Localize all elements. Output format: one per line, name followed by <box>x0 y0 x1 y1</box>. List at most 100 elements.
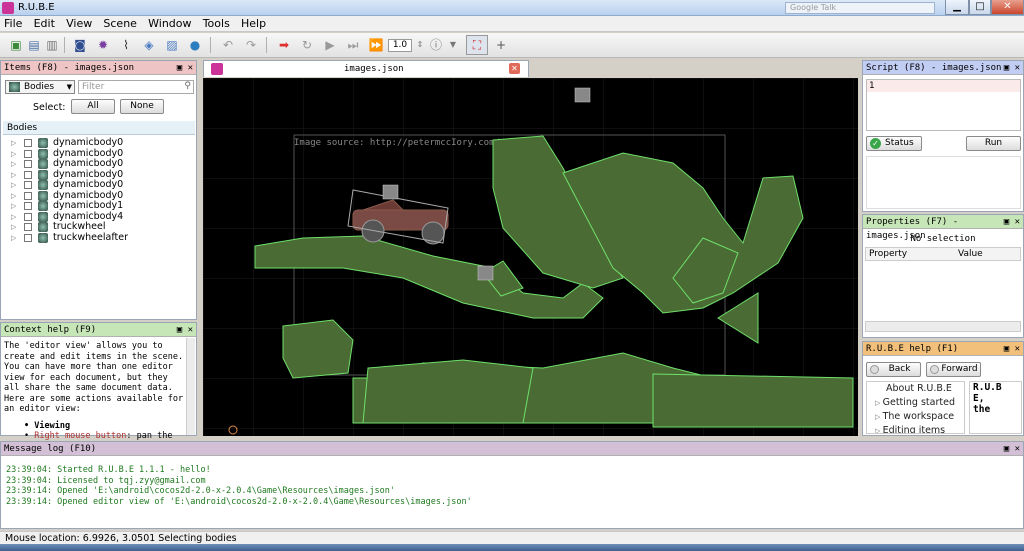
tab-images-json[interactable]: images.json ✕ <box>203 60 529 77</box>
scene-view[interactable]: Image source: http://petermccIory.com/ <box>203 78 858 436</box>
expand-icon[interactable]: ▷ <box>11 170 16 180</box>
step-value-field[interactable]: 1.0 <box>388 39 412 52</box>
toolbar-separator <box>210 37 211 53</box>
item-type-select[interactable]: Bodies ▼ <box>5 80 75 94</box>
dock-controls-icon[interactable]: ▣ ✕ <box>177 61 193 75</box>
help-topic-item[interactable]: About R.U.B.E <box>867 382 964 396</box>
expand-icon[interactable]: ▷ <box>11 191 16 201</box>
help-topic-item[interactable]: ▷ Editing items <box>867 424 964 433</box>
body-icon <box>38 222 48 232</box>
help-topic-item[interactable]: ▷ Getting started <box>867 396 964 410</box>
close-tab-icon[interactable]: ✕ <box>509 63 520 74</box>
step-spinner-icon[interactable]: ⇕ <box>412 37 428 53</box>
body-icon <box>38 190 48 201</box>
visibility-checkbox[interactable] <box>24 191 32 200</box>
add-fixture-icon[interactable]: ✹ <box>95 37 111 53</box>
expand-icon[interactable]: ▷ <box>11 212 16 222</box>
script-editor[interactable]: 1 <box>866 79 1021 131</box>
items-panel-title: Items (F8) - images.json ▣ ✕ <box>1 61 196 75</box>
expand-icon[interactable]: ▷ <box>11 222 16 232</box>
add-image-icon[interactable]: ◈ <box>141 37 157 53</box>
select-mode-icon[interactable]: ⛶ <box>466 35 488 55</box>
menu-window[interactable]: Window <box>144 16 195 31</box>
expand-icon[interactable]: ▷ <box>11 201 16 211</box>
open-file-icon[interactable]: ▤ <box>26 37 42 53</box>
menu-file[interactable]: File <box>0 16 26 31</box>
visibility-checkbox[interactable] <box>24 160 32 168</box>
menu-help[interactable]: Help <box>237 16 270 31</box>
dock-controls-icon[interactable]: ▣ ✕ <box>1004 442 1020 456</box>
expand-icon[interactable]: ▷ <box>11 138 16 148</box>
visibility-checkbox[interactable] <box>24 202 32 210</box>
expand-icon[interactable]: ▷ <box>11 159 16 169</box>
scrollbar[interactable] <box>186 338 195 435</box>
dock-controls-icon[interactable]: ▣ ✕ <box>177 323 193 337</box>
menu-scene[interactable]: Scene <box>99 16 141 31</box>
add-body-icon[interactable]: ◙ <box>72 37 88 53</box>
chevron-down-icon: ▼ <box>66 83 72 91</box>
log-line: 23:39:14: Opened 'E:\android\cocos2d-2.0… <box>6 486 395 496</box>
fast-forward-icon[interactable]: ⏩ <box>368 37 384 53</box>
info-icon[interactable]: ⓘ <box>428 37 444 53</box>
dock-controls-icon[interactable]: ▣ ✕ <box>1004 342 1020 356</box>
visibility-checkbox[interactable] <box>24 212 32 221</box>
list-item-label: dynamicbody0 <box>53 189 124 201</box>
expand-icon[interactable]: ▷ <box>11 233 16 243</box>
list-item-label: truckwheel <box>53 221 106 232</box>
back-button[interactable]: Back <box>866 362 921 377</box>
forward-button[interactable]: Forward <box>926 362 981 377</box>
expand-icon[interactable]: ▷ <box>11 149 16 159</box>
help-topic-item[interactable]: ▷ The workspace <box>867 410 964 424</box>
chevron-down-icon[interactable]: ▼ <box>445 37 461 53</box>
run-button[interactable]: Run <box>966 136 1021 151</box>
maximize-button[interactable]: □ <box>969 0 991 15</box>
visibility-checkbox[interactable] <box>24 149 32 158</box>
dock-controls-icon[interactable]: ▣ ✕ <box>1004 61 1020 75</box>
list-item[interactable]: ▷ truckwheelafter <box>3 232 195 244</box>
visibility-checkbox[interactable] <box>24 181 32 189</box>
minimize-button[interactable]: ▁ <box>945 0 969 15</box>
menu-edit[interactable]: Edit <box>30 16 59 31</box>
add-joint-icon[interactable]: ⌇ <box>118 37 134 53</box>
body-icon <box>38 148 48 159</box>
script-panel-title: Script (F8) - images.json ▣ ✕ <box>863 61 1023 75</box>
step-icon[interactable]: ⏭ <box>345 37 361 53</box>
new-file-icon[interactable]: ▣ <box>8 37 24 53</box>
run-simulation-icon[interactable]: ➡ <box>276 37 292 53</box>
visibility-checkbox[interactable] <box>24 223 32 231</box>
list-header: Bodies <box>3 121 195 135</box>
select-all-button[interactable]: All <box>71 99 115 114</box>
expand-icon[interactable]: ▷ <box>875 427 883 433</box>
menu-tools[interactable]: Tools <box>199 16 234 31</box>
select-none-button[interactable]: None <box>120 99 164 114</box>
taskbar-search[interactable]: Google Talk <box>785 2 935 14</box>
visibility-checkbox[interactable] <box>24 233 32 242</box>
filter-input[interactable]: Filter ⚲ <box>78 80 194 94</box>
list-item-label: dynamicbody0 <box>53 158 124 169</box>
close-button[interactable]: ✕ <box>991 0 1024 15</box>
redo-icon[interactable]: ↷ <box>243 37 259 53</box>
play-icon[interactable]: ▶ <box>322 37 338 53</box>
properties-panel-title: Properties (F7) - images.json ▣ ✕ <box>863 215 1023 241</box>
editor-canvas[interactable]: Image source: http://petermccIory.com/ <box>203 78 858 436</box>
items-panel: Items (F8) - images.json ▣ ✕ Bodies ▼ Fil… <box>0 60 197 320</box>
reset-icon[interactable]: ↻ <box>299 37 315 53</box>
status-button[interactable]: ✓ Status <box>866 136 922 151</box>
expand-icon[interactable]: ▷ <box>11 180 16 190</box>
menu-view[interactable]: View <box>62 16 96 31</box>
expand-icon[interactable]: ▷ <box>875 413 883 421</box>
list-item-label: dynamicbody0 <box>53 137 124 148</box>
forward-arrow-icon <box>930 365 939 374</box>
visibility-checkbox[interactable] <box>24 139 32 147</box>
world-icon[interactable]: ● <box>187 37 203 53</box>
undo-icon[interactable]: ↶ <box>220 37 236 53</box>
visibility-checkbox[interactable] <box>24 170 32 179</box>
image-icon[interactable]: ▨ <box>164 37 180 53</box>
add-vertex-icon[interactable]: + <box>493 37 509 53</box>
expand-icon[interactable]: ▷ <box>875 399 883 407</box>
horizontal-scrollbar[interactable] <box>865 321 1021 332</box>
dock-controls-icon[interactable]: ▣ ✕ <box>1004 215 1020 229</box>
save-file-icon[interactable]: ▥ <box>44 37 60 53</box>
app-icon <box>2 2 14 14</box>
property-column-header: Property <box>869 249 908 259</box>
